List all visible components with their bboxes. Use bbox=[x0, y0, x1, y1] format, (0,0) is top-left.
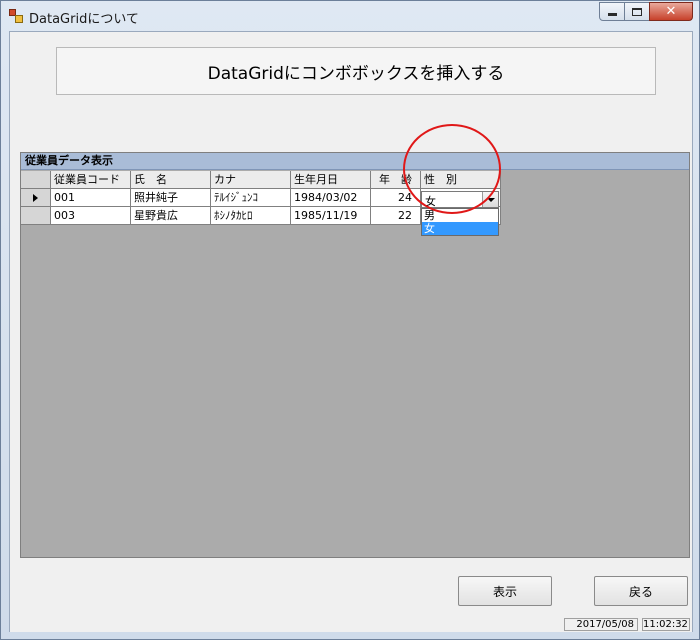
minimize-button[interactable] bbox=[599, 2, 625, 21]
column-header-name[interactable]: 氏 名 bbox=[131, 171, 211, 189]
grid-header-row: 従業員コード 氏 名 カナ 生年月日 年 齢 性 別 bbox=[21, 171, 501, 189]
status-date: 2017/05/08 bbox=[564, 618, 638, 631]
client-area: DataGridにコンボボックスを挿入する 従業員データ表示 従業員コード 氏 … bbox=[9, 31, 693, 632]
column-header-code[interactable]: 従業員コード bbox=[51, 171, 131, 189]
cell-kana[interactable]: ﾎｼﾉﾀｶﾋﾛ bbox=[211, 207, 291, 225]
column-header-sex[interactable]: 性 別 bbox=[421, 171, 501, 189]
page-title: DataGridにコンボボックスを挿入する bbox=[207, 63, 505, 84]
cell-code[interactable]: 001 bbox=[51, 189, 131, 207]
row-header[interactable] bbox=[21, 207, 51, 225]
column-header-birthdate[interactable]: 生年月日 bbox=[291, 171, 371, 189]
window-title: DataGridについて bbox=[29, 12, 139, 27]
show-button[interactable]: 表示 bbox=[458, 576, 552, 606]
combobox-dropdown-list: 男 女 bbox=[421, 208, 499, 236]
cell-kana[interactable]: ﾃﾙｲｼﾞｭﾝｺ bbox=[211, 189, 291, 207]
maximize-button[interactable] bbox=[624, 2, 650, 21]
column-header-age[interactable]: 年 齢 bbox=[371, 171, 421, 189]
cell-birthdate[interactable]: 1985/11/19 bbox=[291, 207, 371, 225]
status-time: 11:02:32 bbox=[642, 618, 690, 631]
cell-age[interactable]: 24 bbox=[371, 189, 421, 207]
main-window: DataGridについて ✕ DataGridにコンボボックスを挿入する 従業員… bbox=[0, 0, 700, 640]
app-icon bbox=[9, 9, 23, 23]
cell-age[interactable]: 22 bbox=[371, 207, 421, 225]
column-header-kana[interactable]: カナ bbox=[211, 171, 291, 189]
row-header-current[interactable] bbox=[21, 189, 51, 207]
dropdown-option-female[interactable]: 女 bbox=[422, 222, 498, 235]
dropdown-option-male[interactable]: 男 bbox=[422, 209, 498, 222]
current-row-icon bbox=[33, 193, 38, 202]
header-panel: DataGridにコンボボックスを挿入する bbox=[56, 47, 656, 95]
cell-name[interactable]: 星野貴広 bbox=[131, 207, 211, 225]
maximize-icon bbox=[632, 7, 642, 16]
minimize-icon bbox=[607, 13, 617, 16]
status-bar: 2017/05/08 11:02:32 bbox=[10, 617, 692, 632]
dropdown-button[interactable] bbox=[482, 192, 498, 207]
title-bar[interactable]: DataGridについて ✕ bbox=[1, 1, 699, 31]
data-grid[interactable]: 従業員データ表示 従業員コード 氏 名 カナ 生年月日 年 齢 性 別 001 … bbox=[20, 152, 690, 558]
cell-name[interactable]: 照井純子 bbox=[131, 189, 211, 207]
close-icon: ✕ bbox=[665, 4, 677, 19]
close-button[interactable]: ✕ bbox=[649, 2, 693, 21]
cell-code[interactable]: 003 bbox=[51, 207, 131, 225]
sex-combobox[interactable]: 女 bbox=[421, 191, 499, 208]
cell-birthdate[interactable]: 1984/03/02 bbox=[291, 189, 371, 207]
chevron-down-icon bbox=[486, 197, 495, 202]
grid-caption: 従業員データ表示 bbox=[21, 153, 689, 170]
header-corner bbox=[21, 171, 51, 189]
back-button[interactable]: 戻る bbox=[594, 576, 688, 606]
window-controls: ✕ bbox=[599, 2, 693, 22]
combobox-value: 女 bbox=[425, 195, 436, 208]
